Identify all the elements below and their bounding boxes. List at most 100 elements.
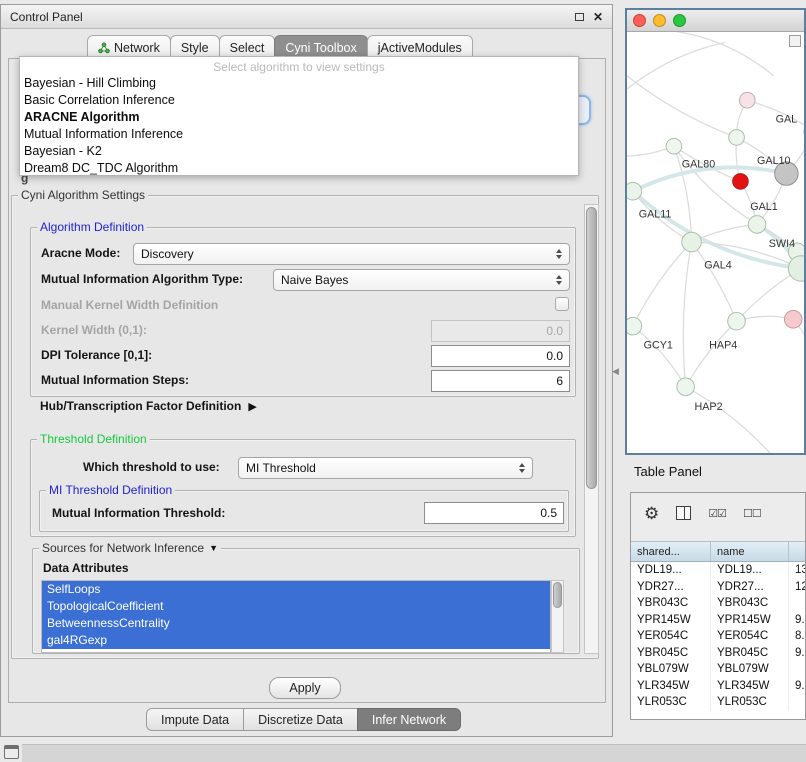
table-row[interactable]: YDR27...YDR27...12... [631, 579, 805, 596]
select-all-checkboxes-icon[interactable]: ☑☑ [708, 507, 726, 520]
network-edge[interactable] [686, 387, 774, 455]
tab-impute-data[interactable]: Impute Data [146, 708, 244, 731]
mi-threshold-input[interactable] [424, 502, 564, 524]
apply-button[interactable]: Apply [269, 677, 341, 699]
table-cell [789, 694, 805, 711]
minimize-window-icon[interactable] [653, 14, 666, 27]
dpi-tolerance-input[interactable] [431, 345, 570, 367]
table-row[interactable]: YPR145WYPR145W9. [631, 612, 805, 629]
network-edge[interactable] [686, 321, 737, 387]
network-edge[interactable] [683, 242, 691, 387]
node-label: GAL1 [750, 201, 778, 213]
manual-kernel-width-label: Manual Kernel Width Definition [41, 298, 218, 312]
table-cell: 12... [789, 579, 805, 596]
algorithm-option[interactable]: Dream8 DC_TDC Algorithm [20, 160, 578, 177]
table-cell: 9. [789, 612, 805, 629]
network-node[interactable] [627, 182, 642, 200]
mi-steps-input[interactable] [431, 370, 570, 392]
cyni-mode-tabs: Impute DataDiscretize DataInfer Network [147, 708, 461, 731]
column-header-shared-[interactable]: shared... [631, 542, 711, 561]
network-node[interactable] [733, 174, 749, 190]
list-scrollbar[interactable] [551, 580, 564, 653]
mi-steps-label: Mutual Information Steps: [41, 373, 189, 387]
algorithm-option[interactable]: Mutual Information Inference [20, 126, 578, 143]
table-cell [789, 595, 805, 612]
tab-infer-network[interactable]: Infer Network [357, 708, 461, 731]
split-collapse-icon[interactable]: ◀ [612, 366, 619, 377]
table-row[interactable]: YBL079WYBL079W [631, 661, 805, 678]
network-edge[interactable] [627, 76, 737, 138]
network-window-titlebar[interactable] [627, 10, 804, 32]
mi-algorithm-type-label: Mutual Information Algorithm Type: [41, 272, 243, 286]
which-threshold-select[interactable]: MI Threshold [238, 457, 533, 479]
mi-algorithm-type-select[interactable]: Naive Bayes [273, 269, 570, 291]
network-node[interactable] [739, 92, 755, 108]
network-canvas[interactable]: GALGAL80GAL10GAL11GAL1SWI4GAL4GCY1HAP4HA… [627, 32, 804, 455]
table-cell: YDR27... [711, 579, 789, 596]
panel-toggle-icon[interactable] [4, 745, 19, 759]
gear-icon[interactable]: ⚙ [644, 505, 659, 522]
network-node[interactable] [728, 312, 746, 330]
table-row[interactable]: YBR043CYBR043C [631, 595, 805, 612]
table-cell: YLR345W [711, 678, 789, 695]
algorithm-option[interactable]: Basic Correlation Inference [20, 92, 578, 109]
table-cell: 8. [789, 628, 805, 645]
network-edge[interactable] [692, 242, 737, 321]
table-row[interactable]: YDL19...YDL19...13... [631, 562, 805, 579]
settings-scrollbar[interactable] [584, 204, 599, 654]
network-node[interactable] [729, 130, 745, 146]
table-cell: YBR043C [631, 595, 711, 612]
aracne-mode-select[interactable]: Discovery [133, 243, 570, 265]
sources-title[interactable]: Sources for Network Inference ▼ [39, 541, 221, 555]
canvas-corner-button[interactable] [789, 35, 801, 47]
aracne-mode-label: Aracne Mode: [41, 246, 120, 260]
columns-icon[interactable] [676, 506, 691, 520]
network-edge[interactable] [627, 43, 725, 98]
node-label: HAP4 [709, 340, 737, 352]
network-node[interactable] [677, 378, 695, 396]
algorithm-option[interactable]: Bayesian - Hill Climbing [20, 75, 578, 92]
column-header-name[interactable]: name [711, 542, 789, 561]
network-edge[interactable] [633, 326, 686, 387]
table-cell: YLR345W [631, 678, 711, 695]
float-window-icon[interactable] [575, 13, 584, 21]
algorithm-option[interactable]: ARACNE Algorithm [20, 109, 578, 126]
scrollbar-thumb[interactable] [553, 582, 562, 608]
list-item[interactable]: gal4RGexp [42, 632, 550, 649]
table-row[interactable]: YLR053CYLR053C [631, 694, 805, 711]
zoom-window-icon[interactable] [673, 14, 686, 27]
close-panel-icon[interactable]: ✕ [593, 11, 603, 23]
network-node[interactable] [666, 138, 682, 154]
network-edge[interactable] [633, 242, 692, 326]
deselect-all-checkboxes-icon[interactable]: ☐☐ [743, 507, 761, 520]
table-row[interactable]: YLR345WYLR345W9. [631, 678, 805, 695]
table-cell: YER054C [711, 628, 789, 645]
network-node[interactable] [748, 216, 766, 234]
threshold-definition-title: Threshold Definition [37, 432, 150, 446]
data-attributes-list[interactable]: SelfLoopsTopologicalCoefficientBetweenne… [41, 580, 551, 653]
network-node[interactable] [682, 232, 702, 252]
network-node[interactable] [788, 256, 804, 281]
algorithm-option[interactable]: Bayesian - K2 [20, 143, 578, 160]
node-label: GAL [776, 114, 798, 126]
tab-label: Network [114, 41, 160, 55]
network-node[interactable] [784, 310, 802, 328]
list-item[interactable]: TopologicalCoefficient [42, 598, 550, 615]
table-row[interactable]: YER054CYER054C8. [631, 628, 805, 645]
control-panel-titlebar[interactable]: Control Panel ✕ [1, 5, 612, 29]
tab-discretize-data[interactable]: Discretize Data [243, 708, 358, 731]
table-cell: YBR045C [631, 645, 711, 662]
list-item[interactable]: BetweennessCentrality [42, 615, 550, 632]
close-window-icon[interactable] [633, 14, 646, 27]
table-row[interactable]: YBR045CYBR045C9. [631, 645, 805, 662]
table-cell: YBL079W [631, 661, 711, 678]
scrollbar-thumb[interactable] [586, 207, 597, 489]
network-edge[interactable] [647, 32, 774, 76]
hub-definition-section[interactable]: Hub/Transcription Factor Definition ▶ [40, 399, 257, 413]
list-item[interactable]: SelfLoops [42, 581, 550, 598]
kernel-width-label: Kernel Width (0,1): [41, 323, 147, 337]
network-node[interactable] [627, 317, 642, 335]
sources-title-text: Sources for Network Inference [42, 541, 204, 555]
column-header-2[interactable] [789, 542, 805, 561]
manual-kernel-width-checkbox[interactable] [555, 297, 569, 311]
